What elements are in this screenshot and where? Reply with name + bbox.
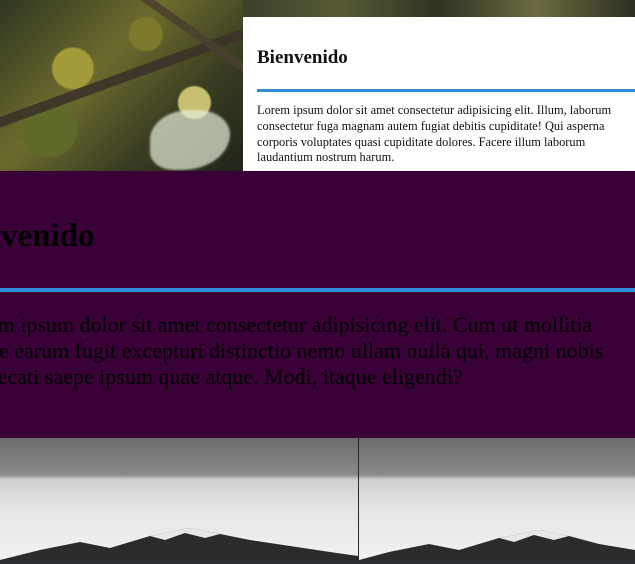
band-divider <box>0 288 635 292</box>
mountain-ridge <box>0 528 358 560</box>
card-text: Lorem ipsum dolor sit amet consectetur a… <box>257 103 612 165</box>
bottom-edge <box>0 560 635 564</box>
top-photo-strip <box>243 0 635 17</box>
tree-photo <box>0 0 243 171</box>
tree-foliage <box>150 110 230 170</box>
purple-band: envenido em ipsum dolor sit amet consect… <box>0 171 635 438</box>
band-text-line: em ipsum dolor sit amet consectetur adip… <box>0 312 593 337</box>
band-text: em ipsum dolor sit amet consectetur adip… <box>0 312 603 390</box>
mountain-photo <box>0 438 358 560</box>
band-text-line: aecati saepe ipsum quae atque. Modi, ita… <box>0 364 463 389</box>
band-text-line: ue earum fugit excepturi distinctio nemo… <box>0 338 604 363</box>
card-divider <box>257 89 635 92</box>
card-title: Bienvenido <box>257 47 348 68</box>
mountain-ridge <box>359 530 635 560</box>
mountain-photo <box>359 438 635 560</box>
band-title: envenido <box>0 218 95 254</box>
welcome-card: Bienvenido Lorem ipsum dolor sit amet co… <box>243 17 635 171</box>
